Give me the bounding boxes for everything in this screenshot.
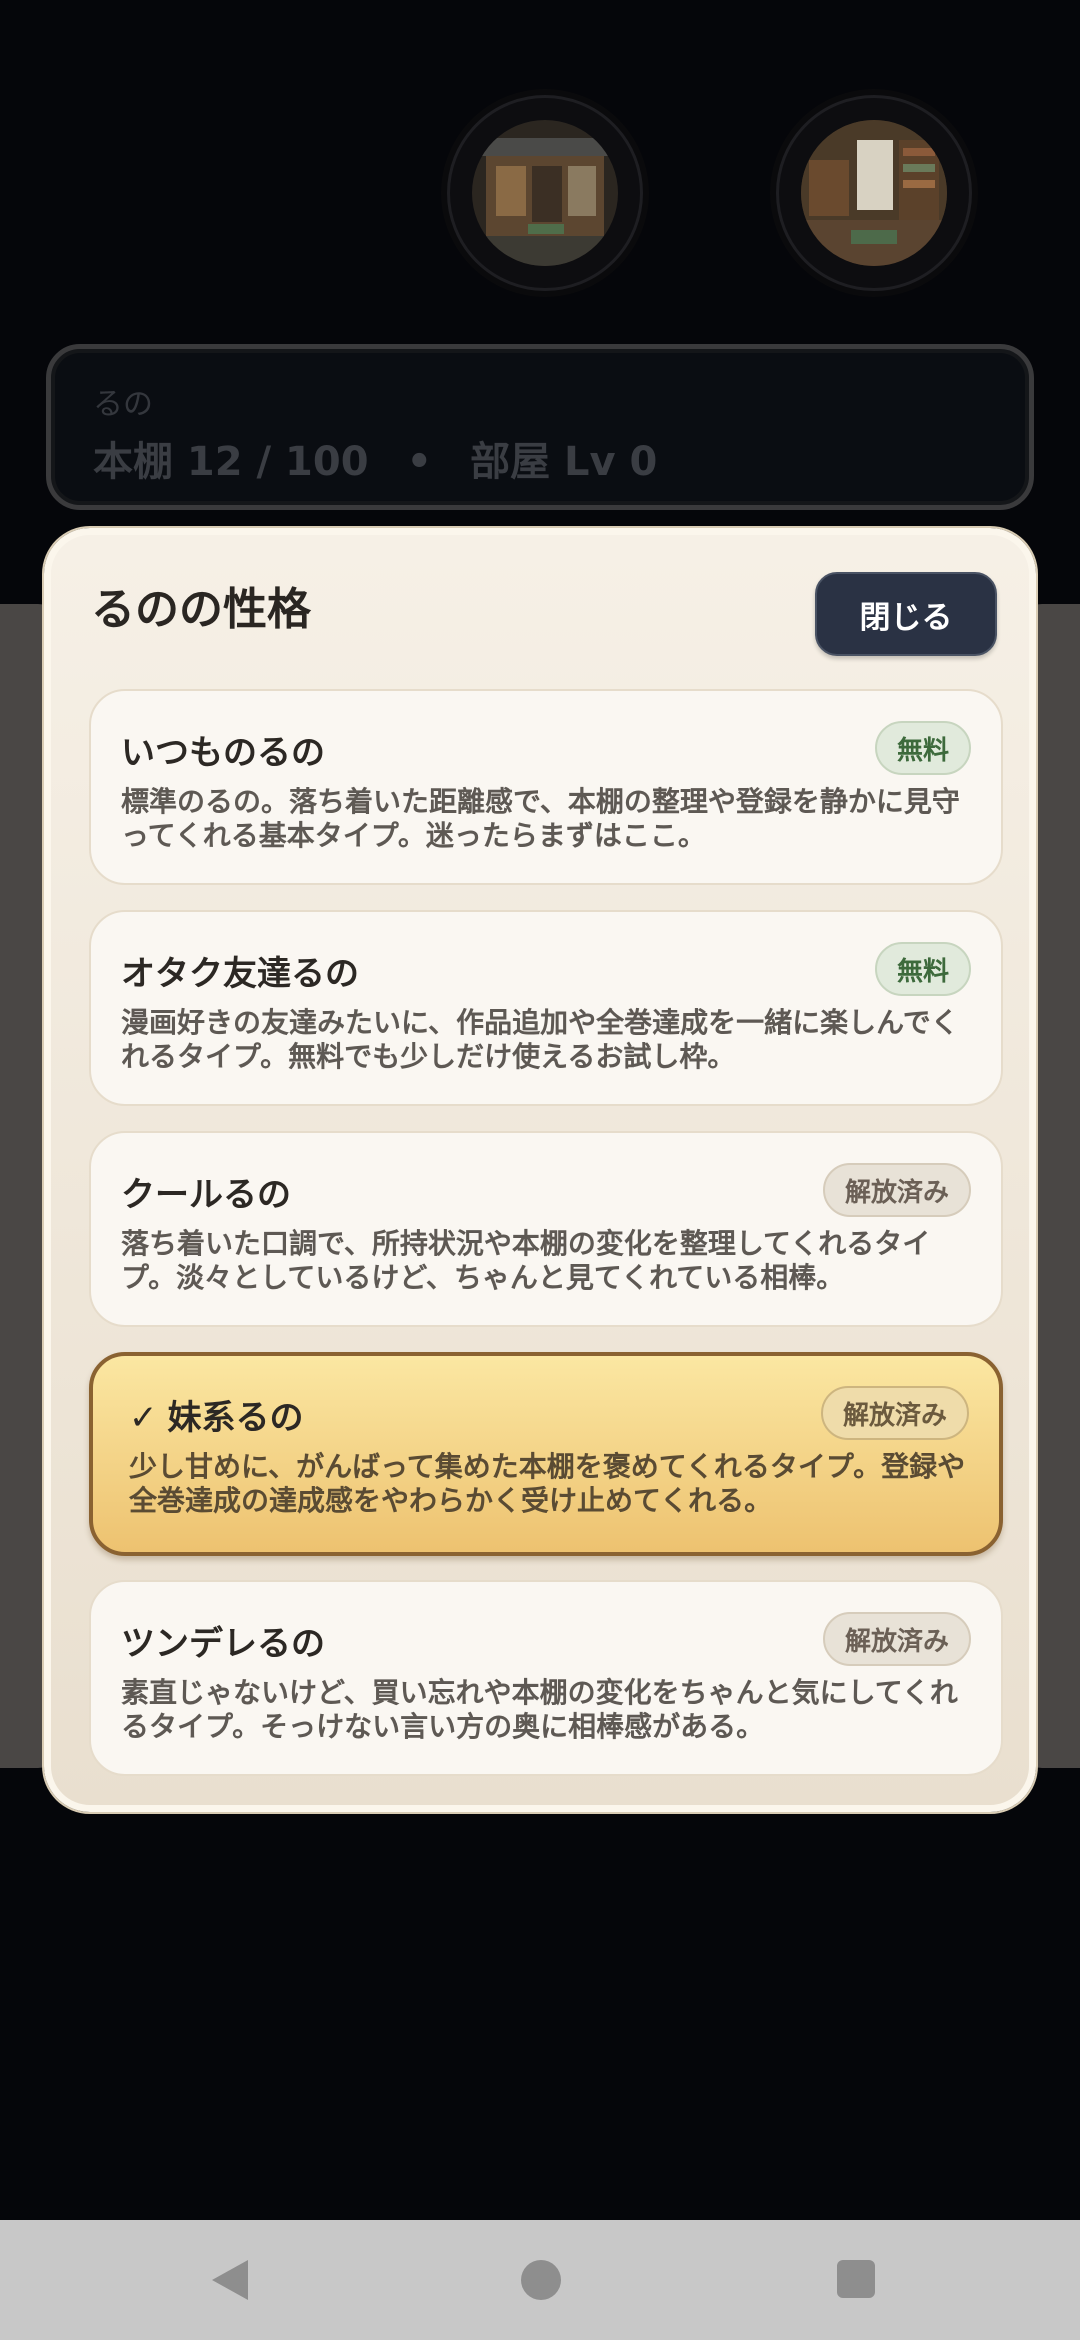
personality-option-default[interactable]: いつものるの 無料 標準のるの。落ち着いた距離感で、本棚の整理や登録を静かに見守…	[89, 689, 1003, 885]
separator-dot: •	[406, 439, 433, 485]
room-thumbnail-room[interactable]	[776, 95, 972, 291]
option-description: 少し甘めに、がんばって集めた本棚を褒めてくれるタイプ。登録や全巻達成の達成感をや…	[129, 1450, 966, 1517]
option-description: 漫画好きの友達みたいに、作品追加や全巻達成を一緒に楽しんでくれるタイプ。無料でも…	[121, 1006, 959, 1073]
price-badge: 無料	[874, 942, 971, 996]
option-title: オタク友達るの	[121, 954, 359, 994]
character-name: るの	[93, 387, 153, 422]
status-line: 本棚 12 / 100 • 部屋 Lv 0	[93, 429, 657, 487]
recents-square-icon[interactable]	[837, 2260, 875, 2298]
personality-option-cool[interactable]: クールるの 解放済み 落ち着いた口調で、所持状況や本棚の変化を整理してくれるタイ…	[89, 1131, 1003, 1327]
status-badge: 解放済み	[820, 1386, 969, 1440]
modal-title: るのの性格	[91, 584, 311, 635]
close-button[interactable]: 閉じる	[815, 572, 997, 656]
room-thumbnail-shop[interactable]	[447, 95, 643, 291]
status-badge: 解放済み	[822, 1163, 971, 1217]
back-triangle-icon[interactable]	[212, 2260, 248, 2300]
status-badge: 解放済み	[822, 1612, 971, 1666]
home-circle-icon[interactable]	[521, 2260, 561, 2300]
shop-scene-image	[472, 120, 618, 266]
option-description: 素直じゃないけど、買い忘れや本棚の変化をちゃんと気にしてくれるタイプ。そっけない…	[121, 1676, 958, 1743]
option-title-text: 妹系るの	[167, 1398, 304, 1438]
option-description: 落ち着いた口調で、所持状況や本棚の変化を整理してくれるタイプ。淡々としているけど…	[121, 1227, 931, 1294]
room-scene-image	[801, 120, 947, 266]
checkmark-icon: ✓	[129, 1398, 158, 1438]
bookshelf-count: 本棚 12 / 100	[93, 439, 369, 485]
room-level: 部屋 Lv 0	[470, 439, 658, 485]
personality-option-otaku[interactable]: オタク友達るの 無料 漫画好きの友達みたいに、作品追加や全巻達成を一緒に楽しんで…	[89, 910, 1003, 1106]
option-title: ツンデレるの	[121, 1624, 325, 1664]
option-title: クールるの	[121, 1175, 291, 1215]
option-title: いつものるの	[121, 733, 325, 773]
personality-option-tsundere[interactable]: ツンデレるの 解放済み 素直じゃないけど、買い忘れや本棚の変化をちゃんと気にして…	[89, 1580, 1003, 1776]
status-card: るの 本棚 12 / 100 • 部屋 Lv 0	[46, 344, 1034, 510]
system-navigation-bar	[0, 2220, 1080, 2340]
option-description: 標準のるの。落ち着いた距離感で、本棚の整理や登録を静かに見守ってくれる基本タイプ…	[121, 785, 960, 852]
personality-modal: るのの性格 閉じる いつものるの 無料 標準のるの。落ち着いた距離感で、本棚の整…	[44, 528, 1036, 1812]
option-title: ✓ 妹系るの	[129, 1390, 304, 1439]
personality-option-sister[interactable]: ✓ 妹系るの 解放済み 少し甘めに、がんばって集めた本棚を褒めてくれるタイプ。登録…	[89, 1352, 1003, 1556]
price-badge: 無料	[874, 721, 971, 775]
